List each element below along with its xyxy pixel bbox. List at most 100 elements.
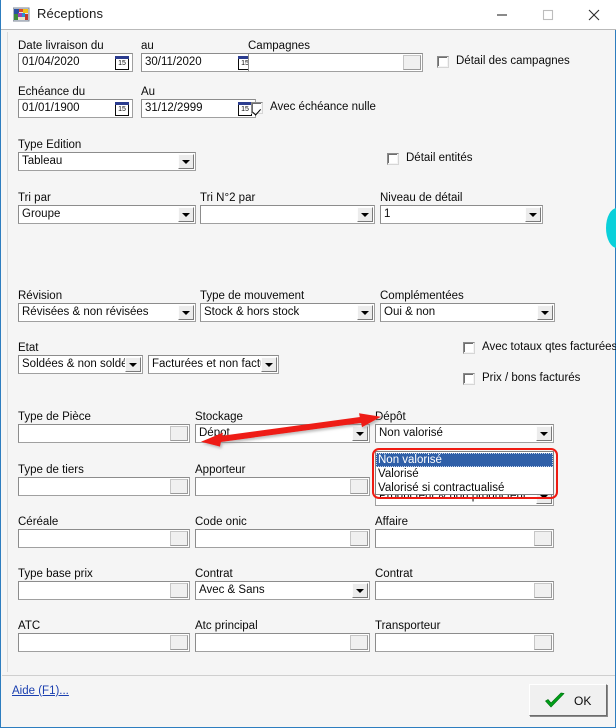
atc-principal-lookup-button[interactable] — [350, 635, 368, 650]
detail-des-campagnes-label: Détail des campagnes — [456, 55, 570, 67]
niveau-detail-label: Niveau de détail — [380, 192, 463, 204]
etat-combo[interactable]: Soldées & non soldées — [18, 355, 143, 374]
dropdown-option-valorise[interactable]: Valorisé — [376, 467, 553, 481]
checkbox-box — [463, 373, 475, 385]
type-tiers-input[interactable] — [18, 477, 190, 496]
calendar-day: 15 — [241, 106, 249, 113]
chevron-down-icon[interactable] — [536, 426, 552, 441]
dropdown-option-non-valorise[interactable]: Non valorisé — [376, 453, 553, 467]
date-livraison-to-value: 30/11/2020 — [145, 56, 202, 68]
cereale-label: Céréale — [18, 516, 59, 528]
dropdown-option-valorise-si-contractualise[interactable]: Valorisé si contractualisé — [376, 481, 553, 495]
apporteur-label: Apporteur — [195, 464, 246, 476]
chevron-down-icon[interactable] — [125, 357, 141, 372]
ok-button-label: OK — [574, 694, 592, 708]
date-livraison-to-input[interactable]: 30/11/2020 15 — [141, 53, 256, 72]
type-piece-lookup-button[interactable] — [170, 426, 188, 441]
transporteur-label: Transporteur — [375, 620, 441, 632]
check-icon — [545, 692, 565, 708]
close-icon — [588, 9, 600, 20]
echeance-to-input[interactable]: 31/12/2999 15 — [141, 99, 256, 118]
filter-form-panel: Date livraison du 01/04/2020 15 au 30/11… — [7, 32, 616, 696]
checkbox-box — [251, 102, 263, 114]
tri-par-value: Groupe — [22, 208, 61, 220]
dialog-footer: Aide (F1)... OK — [2, 676, 615, 727]
checkbox-box — [437, 56, 449, 68]
stockage-combo[interactable]: Dépot — [195, 424, 370, 443]
etat-label: Etat — [18, 342, 39, 354]
type-piece-input[interactable] — [18, 424, 190, 443]
minimize-button[interactable] — [479, 0, 525, 29]
depot-combo[interactable]: Non valorisé — [375, 424, 554, 443]
campagnes-input[interactable] — [248, 53, 423, 72]
transporteur-lookup-button[interactable] — [534, 635, 552, 650]
window-title: Réceptions — [37, 6, 104, 21]
date-livraison-from-value: 01/04/2020 — [22, 56, 80, 68]
apporteur-lookup-button[interactable] — [350, 479, 368, 494]
tri-par-combo[interactable]: Groupe — [18, 205, 196, 224]
echeance-from-label: Echéance du — [18, 86, 86, 98]
atc-principal-input[interactable] — [195, 633, 370, 652]
date-livraison-from-input[interactable]: 01/04/2020 15 — [18, 53, 133, 72]
chevron-down-icon[interactable] — [178, 305, 194, 320]
chevron-down-icon[interactable] — [357, 305, 373, 320]
chevron-down-icon[interactable] — [537, 305, 553, 320]
type-base-prix-input[interactable] — [18, 581, 190, 600]
echeance-to-value: 31/12/2999 — [145, 102, 203, 114]
calendar-icon[interactable]: 15 — [238, 102, 252, 116]
chevron-down-icon[interactable] — [352, 583, 368, 598]
affaire-input[interactable] — [375, 529, 554, 548]
stockage-value: Dépot — [199, 427, 230, 439]
type-tiers-label: Type de tiers — [18, 464, 84, 476]
cereale-input[interactable] — [18, 529, 190, 548]
contrat-combo[interactable]: Avec & Sans — [195, 581, 370, 600]
calendar-icon[interactable]: 15 — [115, 102, 129, 116]
detail-entites-label: Détail entités — [406, 152, 473, 164]
chevron-down-icon[interactable] — [261, 357, 277, 372]
revision-value: Révisées & non révisées — [22, 306, 149, 318]
type-mouvement-label: Type de mouvement — [200, 290, 305, 302]
chevron-down-icon[interactable] — [357, 207, 373, 222]
chevron-down-icon[interactable] — [525, 207, 541, 222]
type-tiers-lookup-button[interactable] — [170, 479, 188, 494]
depot-dropdown-list[interactable]: Non valorisé Valorisé Valorisé si contra… — [375, 451, 554, 495]
chevron-down-icon[interactable] — [352, 426, 368, 441]
contrat2-lookup-button[interactable] — [534, 583, 552, 598]
type-base-prix-lookup-button[interactable] — [170, 583, 188, 598]
help-link[interactable]: Aide (F1)... — [12, 685, 69, 697]
complementees-combo[interactable]: Oui & non — [380, 303, 555, 322]
atc-lookup-button[interactable] — [170, 635, 188, 650]
atc-principal-label: Atc principal — [195, 620, 258, 632]
maximize-button[interactable] — [525, 0, 571, 29]
apporteur-input[interactable] — [195, 477, 370, 496]
contrat-value: Avec & Sans — [199, 584, 265, 596]
ok-button[interactable]: OK — [529, 684, 607, 716]
date-livraison-to-label: au — [141, 40, 154, 52]
affaire-lookup-button[interactable] — [534, 531, 552, 546]
revision-label: Révision — [18, 290, 63, 302]
tri-n2-combo[interactable] — [200, 205, 375, 224]
tri-par-label: Tri par — [18, 192, 51, 204]
niveau-detail-combo[interactable]: 1 — [380, 205, 543, 224]
facturees-combo[interactable]: Facturées et non factu — [148, 355, 279, 374]
revision-combo[interactable]: Révisées & non révisées — [18, 303, 196, 322]
chevron-down-icon[interactable] — [178, 207, 194, 222]
code-onic-input[interactable] — [195, 529, 370, 548]
atc-label: ATC — [18, 620, 41, 632]
echeance-from-input[interactable]: 01/01/1900 15 — [18, 99, 133, 118]
type-mouvement-value: Stock & hors stock — [204, 306, 300, 318]
chevron-down-icon[interactable] — [178, 154, 194, 169]
type-mouvement-combo[interactable]: Stock & hors stock — [200, 303, 375, 322]
cereale-lookup-button[interactable] — [170, 531, 188, 546]
affaire-label: Affaire — [375, 516, 409, 528]
type-edition-combo[interactable]: Tableau — [18, 152, 196, 171]
close-button[interactable] — [571, 0, 616, 29]
campagnes-lookup-button[interactable] — [403, 55, 421, 70]
calendar-icon[interactable]: 15 — [115, 56, 129, 70]
checkbox-box — [387, 153, 399, 165]
depot-label: Dépôt — [375, 411, 406, 423]
contrat2-input[interactable] — [375, 581, 554, 600]
transporteur-input[interactable] — [375, 633, 554, 652]
code-onic-lookup-button[interactable] — [350, 531, 368, 546]
atc-input[interactable] — [18, 633, 190, 652]
